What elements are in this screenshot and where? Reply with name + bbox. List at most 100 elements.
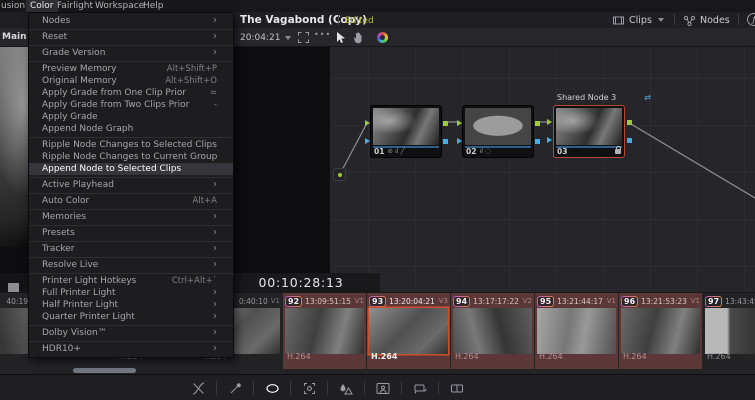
rgb-input-icon[interactable] <box>365 119 370 126</box>
key-output-icon[interactable] <box>443 138 448 144</box>
source-node[interactable] <box>333 168 346 181</box>
menu-item-memories[interactable]: Memories <box>29 211 233 223</box>
menu-item-auto-color[interactable]: Auto Color Alt+A <box>29 195 233 207</box>
image-wipe-icon[interactable] <box>402 375 438 400</box>
menu-divider <box>29 224 233 226</box>
clip-92[interactable]: 92 13:09:51:15 V1 H.264 <box>283 293 366 369</box>
clip-95[interactable]: 95 13:21:44:17 V1 H.264 <box>535 293 618 369</box>
node-01-thumbnail <box>373 108 439 145</box>
node-01[interactable]: 01 ⊘ ıl ╱ <box>365 105 448 158</box>
node-connections <box>339 121 755 199</box>
menu-divider <box>29 44 233 46</box>
menu-item-preview-memory[interactable]: Preview Memory Alt+Shift+P <box>29 63 233 75</box>
timeline-scrollbar[interactable] <box>73 368 136 373</box>
chevron-down-icon <box>657 18 664 22</box>
node-02[interactable]: 02 ıl ◌ <box>457 105 540 158</box>
node-03-shared[interactable]: 03 <box>547 105 632 158</box>
power-window-icon[interactable] <box>254 375 290 400</box>
clip-thumbnail[interactable] <box>705 308 755 354</box>
lock-icon <box>615 146 621 154</box>
title-divider <box>338 15 339 25</box>
header-separator <box>738 14 739 25</box>
menu-divider <box>29 28 233 30</box>
clips-button-label: Clips <box>629 14 652 26</box>
magic-mask-icon[interactable] <box>365 375 401 400</box>
rgb-input-icon[interactable] <box>457 119 462 126</box>
menu-item-active-playhead[interactable]: Active Playhead <box>29 179 233 191</box>
menu-item-nodes[interactable]: Nodes <box>29 15 233 27</box>
pointer-tool-icon[interactable] <box>334 31 347 44</box>
menu-item-apply-grade[interactable]: Apply Grade <box>29 111 233 123</box>
rgb-input-icon[interactable] <box>547 119 552 125</box>
key-input-icon[interactable] <box>365 137 370 144</box>
menu-item-apply-grade-one-prior[interactable]: Apply Grade from One Clip Prior = <box>29 87 233 99</box>
menu-item-ripple-current-group[interactable]: Ripple Node Changes to Current Group <box>29 151 233 163</box>
key-output-icon[interactable] <box>627 138 632 143</box>
menu-item-dolby-vision[interactable]: Dolby Vision™ <box>29 327 233 339</box>
menu-divider <box>29 256 233 258</box>
clip-94[interactable]: 94 13:17:17:22 V2 H.264 <box>451 293 534 369</box>
clips-button[interactable]: Clips <box>612 13 664 27</box>
menu-item-apply-grade-two-prior[interactable]: Apply Grade from Two Clips Prior - <box>29 99 233 111</box>
menu-item-resolve-live[interactable]: Resolve Live <box>29 259 233 271</box>
viewer-timecode-dropdown[interactable]: 20:04:21 <box>240 33 292 43</box>
menu-item-hdr10plus[interactable]: HDR10+ <box>29 343 233 355</box>
bottom-toolbar <box>0 374 755 400</box>
menu-item-original-memory[interactable]: Original Memory Alt+Shift+O <box>29 75 233 87</box>
menu-item-reset[interactable]: Reset <box>29 31 233 43</box>
chevron-down-icon <box>285 35 292 40</box>
menu-item-ripple-selected-clips[interactable]: Ripple Node Changes to Selected Clips <box>29 139 233 151</box>
menu-item-full-printer-light[interactable]: Full Printer Light <box>29 287 233 299</box>
hand-tool-icon[interactable] <box>352 31 365 44</box>
color-wheel-icon[interactable] <box>377 32 388 43</box>
node-graph-panel[interactable]: 01 ⊘ ıl ╱ 02 ıl ◌ Shared Node 3 ⇄ 03 <box>330 47 755 292</box>
menubar-item-fusion[interactable]: usion <box>0 0 29 12</box>
clip-number-badge: 93 <box>369 295 387 307</box>
split-screen-icon[interactable] <box>439 375 475 400</box>
rgb-output-icon[interactable] <box>535 120 540 126</box>
nodes-button[interactable]: Nodes <box>683 13 730 27</box>
more-options-icon[interactable]: ••• <box>314 30 331 39</box>
clip-partial-left[interactable]: 40:19 <box>0 293 30 369</box>
header-separator <box>674 14 675 25</box>
clip-thumbnail[interactable] <box>537 308 616 354</box>
key-input-icon[interactable] <box>457 137 462 144</box>
menu-item-tracker[interactable]: Tracker <box>29 243 233 255</box>
expand-icon[interactable] <box>297 31 310 44</box>
clip-93-current[interactable]: 93 13:20:04:21 V3 H.264 <box>367 293 450 369</box>
clip-thumbnail[interactable] <box>621 308 700 354</box>
menu-item-printer-light-hotkeys[interactable]: Printer Light Hotkeys Ctrl+Alt+` <box>29 275 233 287</box>
menu-divider <box>29 340 233 342</box>
menu-divider <box>29 272 233 274</box>
menu-item-quarter-printer-light[interactable]: Quarter Printer Light <box>29 311 233 323</box>
menu-divider <box>29 60 233 62</box>
key-input-icon[interactable] <box>547 137 552 143</box>
node-01-label: 01 <box>374 147 385 156</box>
clip-thumbnail[interactable] <box>285 308 364 354</box>
nodes-icon <box>683 14 696 27</box>
menu-item-grade-version[interactable]: Grade Version <box>29 47 233 59</box>
menu-item-presets[interactable]: Presets <box>29 227 233 239</box>
menu-item-half-printer-light[interactable]: Half Printer Light <box>29 299 233 311</box>
rgb-output-icon[interactable] <box>443 120 448 126</box>
qualifier-icon[interactable] <box>328 375 364 400</box>
color-picker-icon[interactable] <box>217 375 253 400</box>
share-node-icon: ⇄ <box>644 93 651 102</box>
color-menu-dropdown: Nodes Reset Grade Version Preview Memory… <box>28 12 234 358</box>
clip-97[interactable]: 9713:43:49:22 H.264 <box>703 293 755 369</box>
menu-item-append-node-to-selected-clips[interactable]: Append Node to Selected Clips <box>29 163 233 175</box>
curves-disabled-icon[interactable] <box>180 375 216 400</box>
davinci-resolve-color-page: usion Color Fairlight Workspace Help The… <box>0 0 755 400</box>
key-output-icon[interactable] <box>535 138 540 144</box>
openfx-icon[interactable]: ƒ <box>747 13 755 26</box>
menu-item-append-node-graph[interactable]: Append Node Graph <box>29 123 233 135</box>
tracker-icon[interactable] <box>291 375 327 400</box>
clip-thumbnail[interactable] <box>369 308 448 354</box>
clip-thumbnail[interactable] <box>453 308 532 354</box>
rgb-output-icon[interactable] <box>627 120 632 125</box>
clip-number-badge: 96 <box>621 295 639 307</box>
menubar-item-help[interactable]: Help <box>139 0 168 12</box>
clip-thumbnail[interactable] <box>0 308 28 354</box>
viewer-timecode: 00:10:28:13 <box>258 275 344 290</box>
clip-96[interactable]: 96 13:21:53:23 V1 H.264 <box>619 293 702 369</box>
